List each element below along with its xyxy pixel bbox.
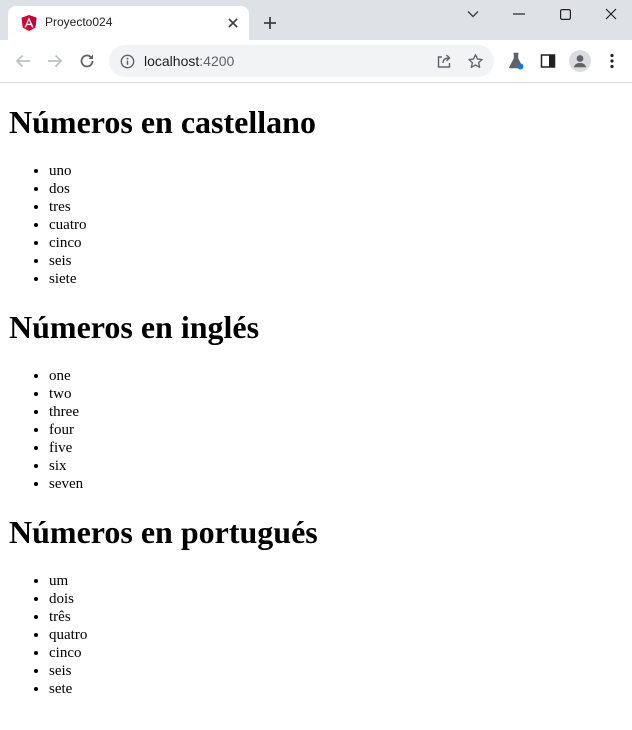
site-info-icon[interactable]	[117, 51, 137, 71]
heading-portugues: Números en portugués	[9, 514, 318, 550]
close-window-icon[interactable]	[588, 0, 632, 28]
reload-icon[interactable]	[75, 49, 99, 73]
tab-active[interactable]: Proyecto024	[8, 6, 249, 40]
tab-search-chevron-icon[interactable]	[450, 0, 496, 28]
minimize-icon[interactable]	[496, 0, 542, 28]
back-arrow-icon[interactable]	[11, 49, 35, 73]
new-tab-icon[interactable]	[258, 11, 282, 35]
tab-strip: Proyecto024	[0, 0, 632, 40]
list-item: dois	[49, 590, 632, 608]
url-text: localhost:4200	[144, 53, 234, 69]
tab-title: Proyecto024	[45, 15, 113, 29]
list-item: one	[49, 367, 632, 385]
url-host: localhost	[144, 53, 200, 69]
list-item: four	[49, 421, 632, 439]
heading-ingles: Números en inglés	[9, 309, 260, 345]
forward-arrow-icon[interactable]	[43, 49, 67, 73]
list-item: three	[49, 403, 632, 421]
list-item: seis	[49, 662, 632, 680]
list-item: seven	[49, 475, 632, 493]
share-icon[interactable]	[434, 51, 454, 71]
menu-kebab-icon[interactable]	[601, 50, 623, 72]
bookmark-star-icon[interactable]	[465, 51, 485, 71]
list-item: tres	[49, 198, 632, 216]
list-item: seis	[49, 252, 632, 270]
browser-toolbar: localhost:4200	[0, 40, 632, 83]
list-item: six	[49, 457, 632, 475]
list-item: um	[49, 572, 632, 590]
list-ingles: one two three four five six seven	[0, 367, 632, 493]
list-item: cinco	[49, 644, 632, 662]
list-item: cinco	[49, 234, 632, 252]
list-item: sete	[49, 680, 632, 698]
angular-favicon-icon	[21, 15, 37, 31]
page-content: Números en castellano uno dos tres cuatr…	[0, 83, 632, 698]
list-item: três	[49, 608, 632, 626]
maximize-icon[interactable]	[542, 0, 588, 28]
list-item: two	[49, 385, 632, 403]
address-bar[interactable]: localhost:4200	[109, 45, 494, 77]
heading-castellano: Números en castellano	[9, 104, 316, 140]
list-item: dos	[49, 180, 632, 198]
list-item: uno	[49, 162, 632, 180]
list-item: siete	[49, 270, 632, 288]
labs-flask-icon[interactable]	[505, 50, 527, 72]
profile-avatar-icon[interactable]	[569, 50, 591, 72]
list-portugues: um dois três quatro cinco seis sete	[0, 572, 632, 698]
list-castellano: uno dos tres cuatro cinco seis siete	[0, 162, 632, 288]
list-item: five	[49, 439, 632, 457]
side-panel-icon[interactable]	[537, 50, 559, 72]
url-port: :4200	[199, 53, 235, 69]
list-item: quatro	[49, 626, 632, 644]
close-tab-icon[interactable]	[223, 13, 243, 33]
list-item: cuatro	[49, 216, 632, 234]
